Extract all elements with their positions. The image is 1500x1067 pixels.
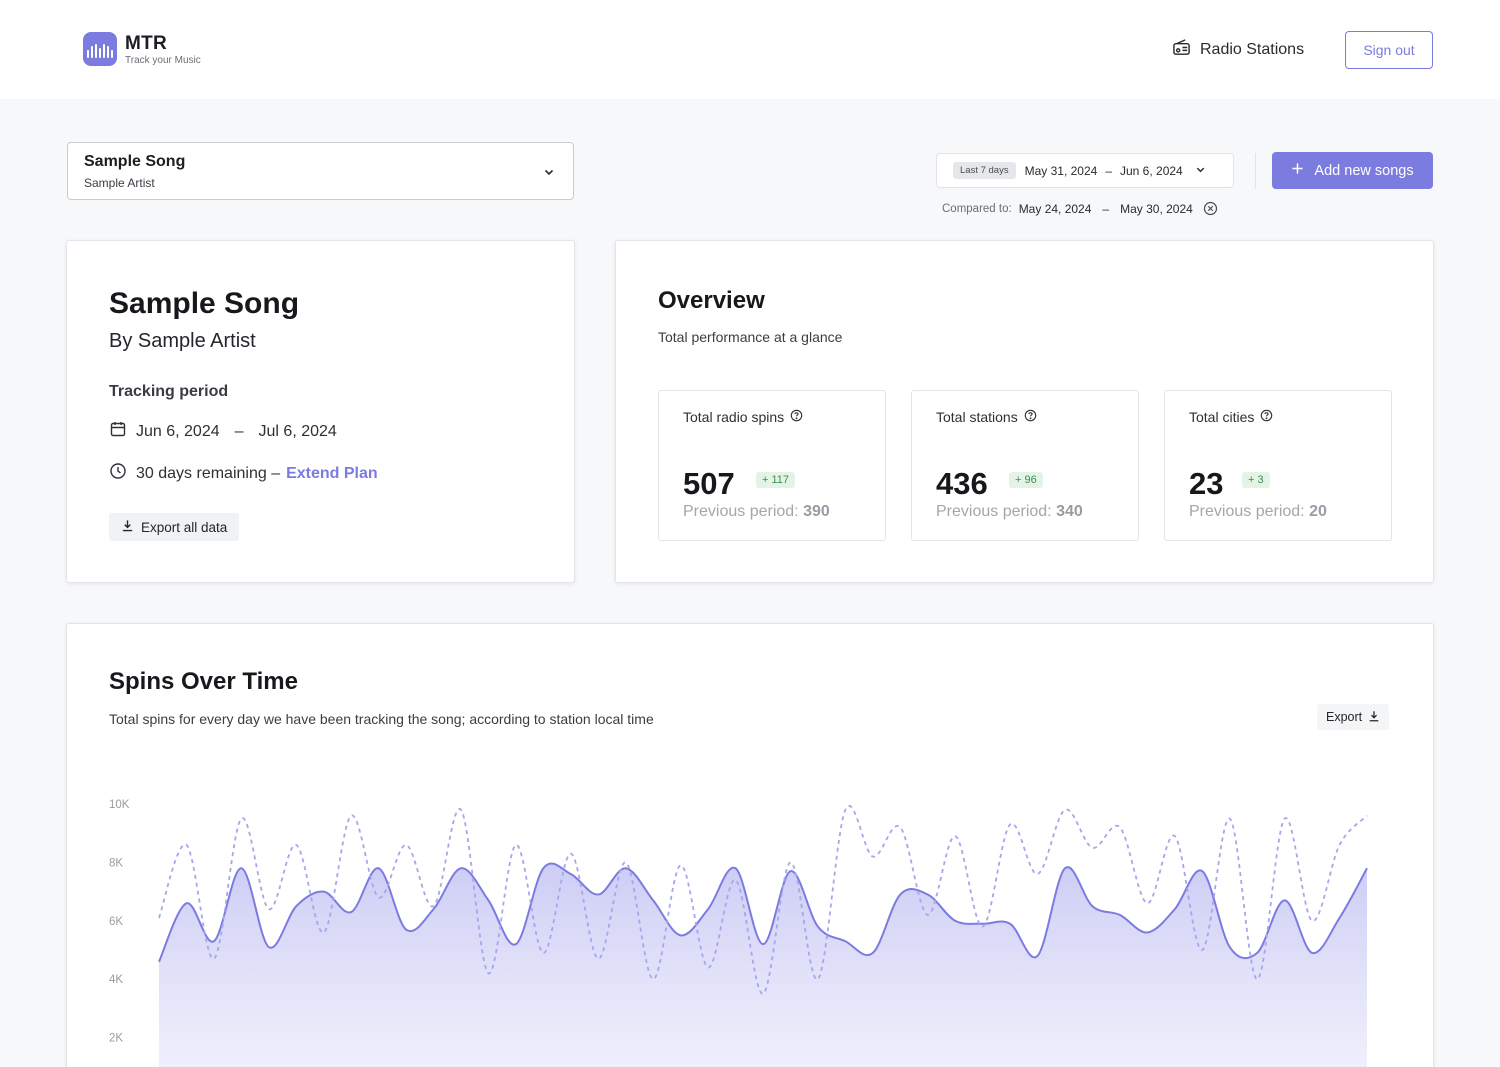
- date-range-start: May 31, 2024: [1024, 163, 1098, 178]
- top-navigation-bar: MTR Track your Music Radio Stations Sign…: [0, 0, 1500, 99]
- app-tagline: Track your Music: [125, 55, 201, 66]
- date-range-separator: –: [1105, 163, 1112, 178]
- y-tick-label: 2K: [109, 1033, 123, 1045]
- app-name: MTR: [125, 33, 168, 54]
- plus-icon: [1291, 162, 1304, 179]
- date-preset-badge: Last 7 days: [953, 162, 1016, 179]
- previous-period-value: 340: [1056, 503, 1083, 520]
- extend-plan-link[interactable]: Extend Plan: [286, 465, 378, 483]
- stat-value: 436: [936, 466, 988, 501]
- sign-out-button[interactable]: Sign out: [1345, 31, 1433, 69]
- stat-delta-badge: + 96: [1009, 472, 1043, 488]
- add-new-songs-label: Add new songs: [1314, 162, 1414, 179]
- chevron-down-icon: [1195, 164, 1206, 178]
- stat-label-text: Total cities: [1189, 409, 1255, 425]
- compare-range-end: May 30, 2024: [1120, 201, 1193, 216]
- help-icon[interactable]: [1024, 409, 1037, 425]
- compared-to-label: Compared to:: [942, 202, 1012, 215]
- date-range-end: Jun 6, 2024: [1120, 163, 1183, 178]
- overview-subtitle: Total performance at a glance: [658, 329, 843, 345]
- previous-period-label: Previous period:: [1189, 503, 1305, 520]
- stat-previous-period: Previous period: 390: [683, 503, 830, 521]
- y-tick-label: 10K: [109, 799, 130, 811]
- stat-previous-period: Previous period: 20: [1189, 503, 1327, 521]
- spins-over-time-card: Spins Over Time Total spins for every da…: [66, 623, 1434, 1067]
- previous-period-label: Previous period:: [683, 503, 799, 520]
- date-range-picker[interactable]: Last 7 days May 31, 2024 – Jun 6, 2024: [936, 153, 1234, 188]
- tracking-period-label: Tracking period: [109, 383, 229, 400]
- export-all-data-label: Export all data: [141, 519, 228, 535]
- compare-range-separator: –: [1102, 201, 1110, 216]
- tracking-start-date: Jun 6, 2024: [136, 422, 220, 440]
- radio-icon: [1172, 38, 1191, 62]
- stat-delta-badge: + 3: [1242, 472, 1270, 488]
- previous-period-value: 390: [803, 503, 830, 520]
- previous-period-label: Previous period:: [936, 503, 1052, 520]
- spins-area-fill: [159, 863, 1367, 1067]
- toolbar-divider: [1255, 153, 1256, 189]
- tracking-date-separator: –: [234, 422, 244, 440]
- radio-stations-label: Radio Stations: [1200, 41, 1305, 58]
- y-tick-label: 8K: [109, 857, 123, 869]
- selected-song-artist: Sample Artist: [84, 176, 155, 190]
- stat-label-text: Total stations: [936, 409, 1018, 425]
- stat-label-text: Total radio spins: [683, 409, 785, 425]
- days-remaining-text: 30 days remaining –: [136, 464, 281, 482]
- stat-card-cities: Total cities 23 + 3 Previous period: 20: [1164, 390, 1392, 541]
- stat-value: 507: [683, 466, 735, 501]
- download-icon: [121, 519, 134, 535]
- radio-stations-link[interactable]: Radio Stations: [1172, 38, 1304, 62]
- comparison-range: Compared to: May 24, 2024 – May 30, 2024: [942, 201, 1218, 216]
- stat-label: Total stations: [936, 409, 1037, 425]
- stat-previous-period: Previous period: 340: [936, 503, 1083, 521]
- stat-card-stations: Total stations 436 + 96 Previous period:…: [911, 390, 1139, 541]
- compare-range-start: May 24, 2024: [1018, 201, 1092, 216]
- song-info-card: Sample Song By Sample Artist Tracking pe…: [66, 240, 575, 583]
- y-tick-label: 4K: [109, 974, 123, 986]
- song-select-dropdown[interactable]: Sample Song Sample Artist: [67, 142, 574, 200]
- calendar-icon: [109, 420, 127, 443]
- tracking-period-dates: Jun 6, 2024 – Jul 6, 2024: [109, 420, 337, 443]
- clock-icon: [109, 462, 127, 485]
- overview-card: Overview Total performance at a glance T…: [615, 240, 1434, 583]
- stat-card-radio-spins: Total radio spins 507 + 117 Previous per…: [658, 390, 886, 541]
- tracking-end-date: Jul 6, 2024: [258, 422, 337, 440]
- tracking-remaining: 30 days remaining – Extend Plan: [109, 462, 378, 485]
- song-artist-line: By Sample Artist: [109, 330, 256, 352]
- song-title: Sample Song: [109, 287, 300, 320]
- export-all-data-button[interactable]: Export all data: [109, 513, 240, 541]
- stat-label: Total radio spins: [683, 409, 803, 425]
- stat-label: Total cities: [1189, 409, 1273, 425]
- add-new-songs-button[interactable]: Add new songs: [1272, 152, 1433, 189]
- selected-song-title: Sample Song: [84, 153, 186, 170]
- chevron-down-icon: [543, 165, 555, 183]
- help-icon[interactable]: [1260, 409, 1273, 425]
- stat-delta-badge: + 117: [756, 472, 796, 488]
- help-icon[interactable]: [790, 409, 803, 425]
- overview-title: Overview: [658, 287, 765, 314]
- spins-chart: 2K 4K 6K 8K 10K: [109, 799, 1368, 1067]
- previous-period-value: 20: [1309, 503, 1327, 520]
- logo-icon: [83, 32, 117, 66]
- y-tick-label: 6K: [109, 916, 123, 928]
- clear-comparison-icon[interactable]: [1203, 201, 1218, 216]
- stat-value: 23: [1189, 466, 1224, 501]
